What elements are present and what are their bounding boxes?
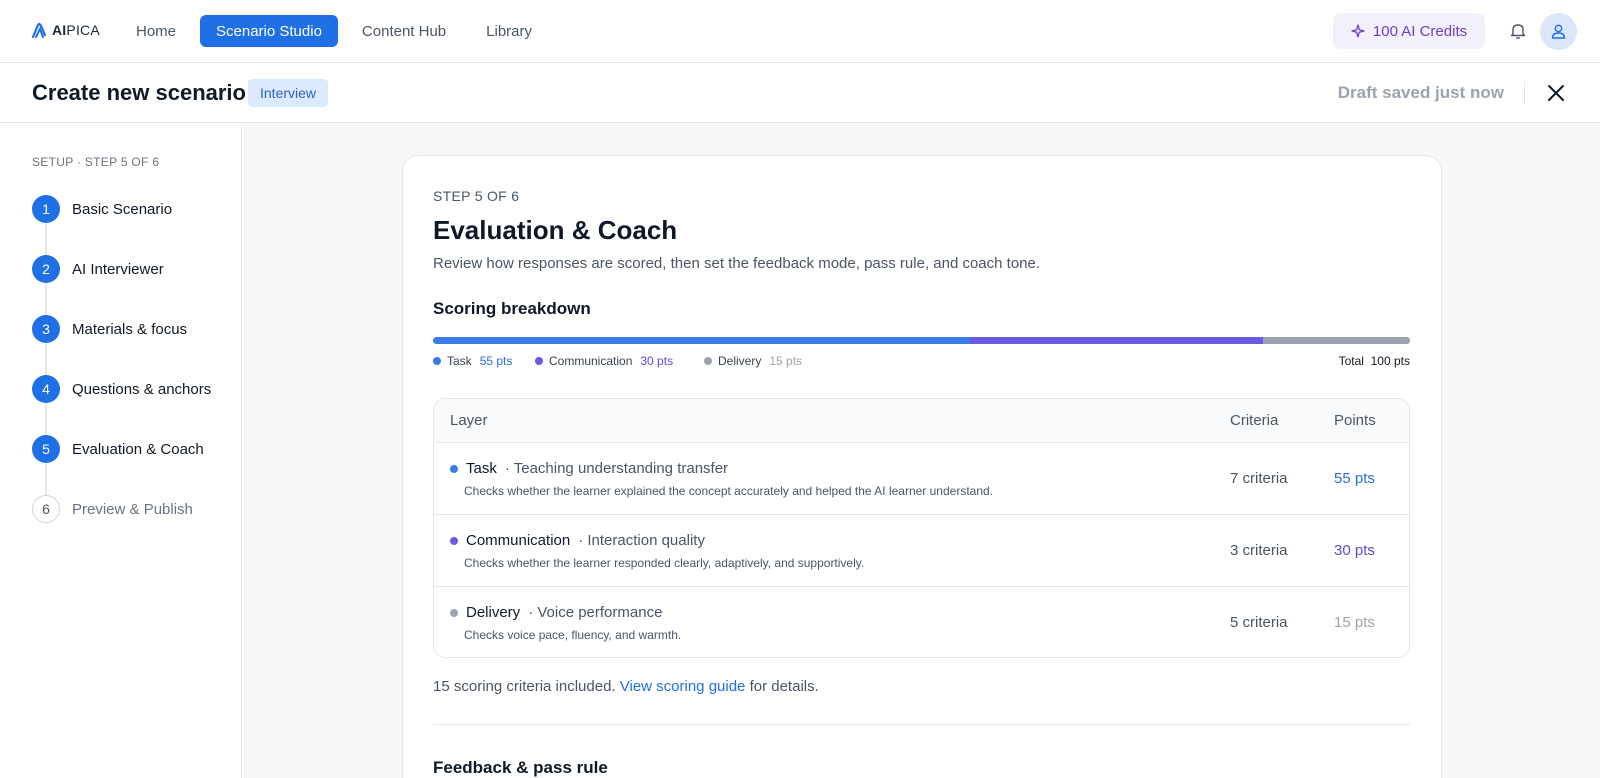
brand-name: AIPICA: [52, 22, 100, 38]
column-header-points: Points: [1334, 412, 1376, 429]
header-divider: [1524, 81, 1525, 105]
legend-label: Communication: [549, 354, 633, 368]
legend-label: Delivery: [718, 354, 762, 368]
table-row[interactable]: Communication · Interaction quality Chec…: [434, 515, 1409, 587]
legend-label: Task: [447, 354, 472, 368]
step-label: AI Interviewer: [72, 260, 164, 278]
nav-tab-library[interactable]: Library: [470, 15, 548, 47]
ai-credits-button[interactable]: 100 AI Credits: [1333, 13, 1485, 49]
layer-description: Checks whether the learner responded cle…: [464, 556, 865, 570]
step-item-basic-scenario[interactable]: 1 Basic Scenario: [32, 195, 242, 223]
feedback-section-title: Feedback & pass rule: [433, 758, 608, 777]
setup-progress-label: SETUP · STEP 5 OF 6: [32, 155, 160, 169]
layer-points: 30 pts: [1334, 542, 1375, 559]
step-label: Preview & Publish: [72, 500, 193, 518]
brand-logo[interactable]: AIPICA: [31, 21, 100, 39]
table-row[interactable]: Delivery · Voice performance Checks voic…: [434, 587, 1409, 657]
bar-segment-delivery: [1263, 337, 1410, 344]
scoring-legend: Task 55 pts Communication 30 pts Deliver…: [433, 354, 1410, 370]
layer-name: Communication: [466, 532, 571, 549]
layer-subtitle: · Voice performance: [528, 604, 663, 621]
scoring-table: Layer Criteria Points Task · Teaching un…: [433, 398, 1410, 658]
step-number: 4: [32, 375, 60, 403]
close-icon[interactable]: [1544, 81, 1568, 105]
main-content: STEP 5 OF 6 Evaluation & Coach Review ho…: [243, 123, 1600, 778]
scoring-progress-bar: [433, 337, 1410, 344]
legend-dot: [704, 357, 712, 365]
step-item-evaluation-coach[interactable]: 5 Evaluation & Coach: [32, 435, 242, 463]
step-connector: [45, 209, 47, 509]
page-title: Create new scenario: [32, 80, 246, 105]
step-number: 5: [32, 435, 60, 463]
step-label: Materials & focus: [72, 320, 188, 338]
step-item-materials-focus[interactable]: 3 Materials & focus: [32, 315, 242, 343]
logo-icon: [31, 22, 47, 39]
layer-name: Task: [466, 460, 497, 477]
step-label: Basic Scenario: [72, 200, 173, 218]
legend-points: 30 pts: [640, 354, 674, 368]
draft-status: Draft saved just now: [1337, 83, 1504, 102]
step-number: 2: [32, 255, 60, 283]
layer-criteria: 3 criteria: [1230, 542, 1288, 559]
scenario-type-badge: Interview: [248, 79, 329, 107]
legend-item-communication: Communication 30 pts: [535, 354, 673, 368]
step-label: Questions & anchors: [72, 380, 212, 398]
step-item-preview-publish[interactable]: 6 Preview & Publish: [32, 495, 242, 523]
sparkle-icon: [1351, 24, 1365, 38]
legend-points: 55 pts: [479, 354, 513, 368]
step-item-questions-anchors[interactable]: 4 Questions & anchors: [32, 375, 242, 403]
step-item-ai-interviewer[interactable]: 2 AI Interviewer: [32, 255, 242, 283]
layer-description: Checks voice pace, fluency, and warmth.: [464, 628, 682, 642]
legend-dot: [535, 357, 543, 365]
step-kicker: STEP 5 OF 6: [433, 188, 520, 204]
layer-description: Checks whether the learner explained the…: [464, 484, 994, 498]
top-navigation: AIPICA Home Scenario Studio Content Hub …: [0, 0, 1600, 63]
legend-points: 15 pts: [769, 354, 803, 368]
section-divider: [433, 724, 1410, 725]
step-number: 3: [32, 315, 60, 343]
bar-segment-communication: [970, 337, 1264, 344]
step-description: Review how responses are scored, then se…: [433, 255, 1041, 272]
scoring-breakdown-title: Scoring breakdown: [433, 299, 591, 318]
main-nav: Home Scenario Studio Content Hub Library: [120, 15, 548, 47]
layer-criteria: 5 criteria: [1230, 614, 1288, 631]
bell-icon[interactable]: [1508, 21, 1528, 41]
column-header-criteria: Criteria: [1230, 412, 1279, 429]
page-header: Create new scenario Interview Draft save…: [0, 63, 1600, 123]
step-number: 1: [32, 195, 60, 223]
layer-subtitle: · Teaching understanding transfer: [504, 460, 729, 477]
legend-item-task: Task 55 pts: [433, 354, 512, 368]
scoring-total: Total 100 pts: [1338, 354, 1410, 368]
table-header: Layer Criteria Points: [434, 399, 1409, 443]
legend-dot: [433, 357, 441, 365]
step-card: STEP 5 OF 6 Evaluation & Coach Review ho…: [402, 155, 1442, 778]
layer-dot: [450, 536, 458, 545]
account-avatar[interactable]: [1540, 13, 1577, 50]
bar-segment-task: [433, 337, 971, 344]
column-header-layer: Layer: [450, 412, 488, 429]
legend-item-delivery: Delivery 15 pts: [704, 354, 802, 368]
view-scoring-guide-link[interactable]: View scoring guide: [620, 678, 746, 695]
scoring-footnote: 15 scoring criteria included. View scori…: [433, 678, 819, 695]
step-title: Evaluation & Coach: [433, 215, 678, 245]
nav-tab-home[interactable]: Home: [120, 15, 192, 47]
layer-points: 55 pts: [1334, 470, 1375, 487]
layer-criteria: 7 criteria: [1230, 470, 1288, 487]
layer-points: 15 pts: [1334, 614, 1375, 631]
layer-dot: [450, 608, 458, 617]
nav-tab-content-hub[interactable]: Content Hub: [346, 15, 462, 47]
layer-dot: [450, 464, 458, 473]
user-icon: [1551, 24, 1566, 39]
layer-name: Delivery: [466, 604, 521, 621]
layer-subtitle: · Interaction quality: [578, 532, 705, 549]
ai-credits-label: 100 AI Credits: [1372, 22, 1468, 40]
nav-tab-scenario-studio[interactable]: Scenario Studio: [200, 15, 338, 47]
step-label: Evaluation & Coach: [72, 440, 204, 458]
step-number: 6: [32, 495, 60, 523]
table-row[interactable]: Task · Teaching understanding transfer C…: [434, 443, 1409, 515]
